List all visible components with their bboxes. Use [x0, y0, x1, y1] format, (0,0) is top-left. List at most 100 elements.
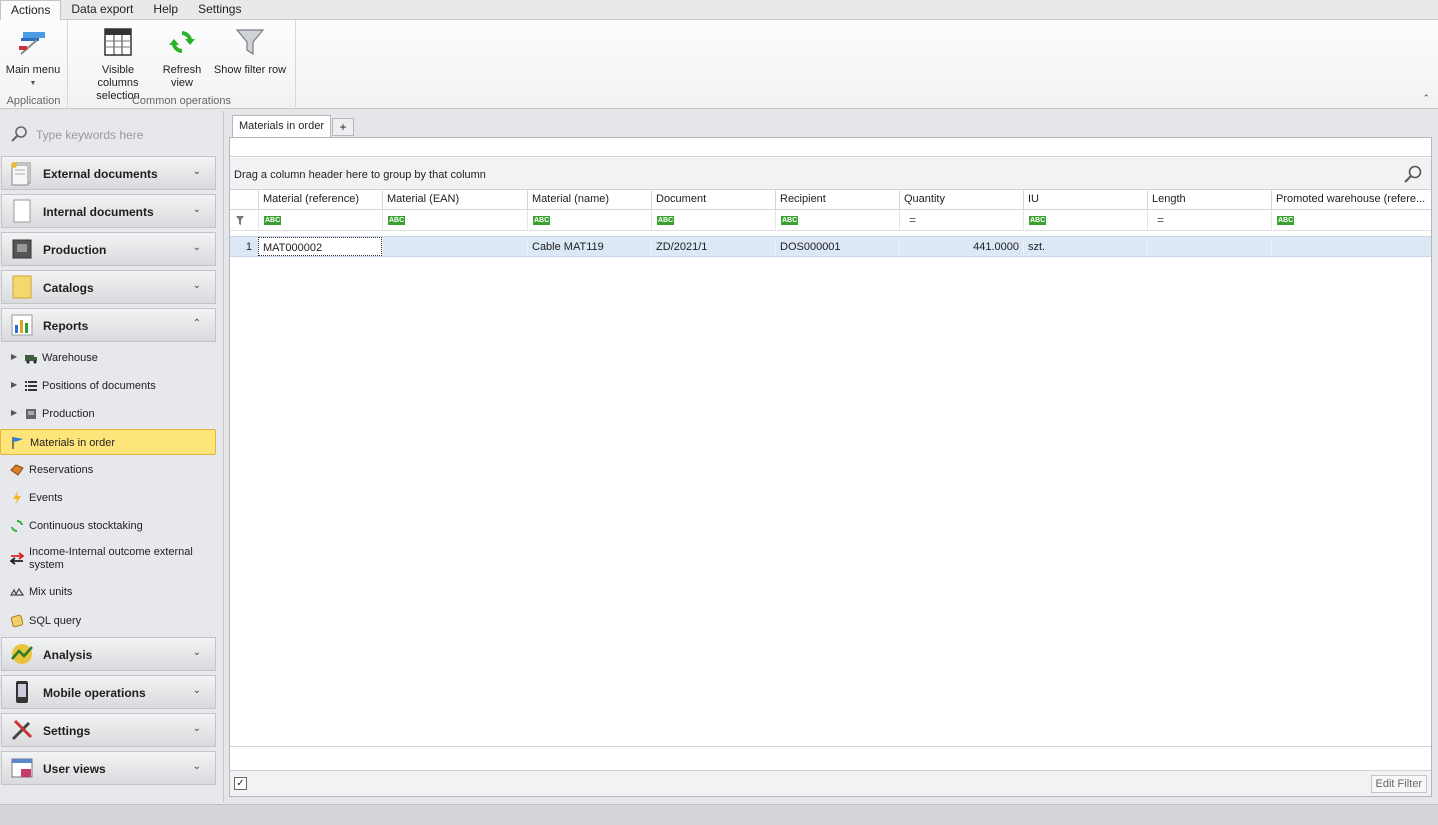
search-input[interactable]: Type keywords here [36, 128, 143, 142]
nav-group-user-views[interactable]: User views ⌄ [1, 751, 216, 785]
column-header-document[interactable]: Document [651, 190, 775, 209]
nav-item-reservations[interactable]: Reservations [0, 459, 216, 481]
analysis-icon [11, 644, 33, 664]
mobile-phone-icon [16, 681, 28, 703]
filter-cell-document[interactable]: ABC [651, 211, 775, 230]
nav-item-mix-units[interactable]: Mix units [0, 581, 216, 603]
cell-quantity[interactable]: 441.0000 [899, 237, 1023, 256]
cell-material-reference[interactable]: MAT000002 [258, 237, 382, 256]
main-menu-label: Main menu [5, 64, 61, 76]
tab-settings[interactable]: Settings [188, 0, 251, 20]
nav-item-continuous-stocktaking[interactable]: Continuous stocktaking [0, 515, 216, 537]
filter-cell-material-name[interactable]: ABC [527, 211, 651, 230]
nav-group-analysis[interactable]: Analysis ⌄ [1, 637, 216, 671]
column-header-material-name[interactable]: Material (name) [527, 190, 651, 209]
funnel-icon [233, 24, 267, 60]
filter-row-indicator [230, 211, 258, 230]
filter-enabled-checkbox[interactable]: ✓ [234, 777, 247, 790]
nav-group-label: Internal documents [43, 205, 154, 219]
column-header-promoted-warehouse[interactable]: Promoted warehouse (refere... [1271, 190, 1431, 209]
refresh-view-button[interactable]: Refresh view [160, 24, 204, 90]
main-menu-button[interactable]: Main menu ▼ [4, 24, 62, 90]
nav-item-income-internal-outcome[interactable]: Income-Internal outcome external system [0, 543, 216, 573]
nav-group-settings[interactable]: Settings ⌄ [1, 713, 216, 747]
text-filter-icon: ABC [781, 216, 799, 225]
tab-data-export[interactable]: Data export [61, 0, 143, 20]
column-header-recipient[interactable]: Recipient [775, 190, 899, 209]
edit-filter-button[interactable]: Edit Filter [1370, 775, 1427, 793]
column-header-iu[interactable]: IU [1023, 190, 1147, 209]
tab-help[interactable]: Help [143, 0, 188, 20]
nav-group-reports[interactable]: Reports ⌃ [1, 308, 216, 342]
bar-chart-icon [11, 314, 33, 336]
cell-recipient[interactable]: DOS000001 [775, 237, 899, 256]
nav-item-label-line2: system [29, 559, 64, 571]
cell-material-name[interactable]: Cable MAT119 [527, 237, 651, 256]
search-box[interactable]: Type keywords here [8, 123, 213, 145]
column-header-material-ean[interactable]: Material (EAN) [382, 190, 527, 209]
show-filter-row-label: Show filter row [213, 64, 287, 76]
column-header-material-reference[interactable]: Material (reference) [258, 190, 382, 209]
folder-icon [12, 275, 32, 299]
text-filter-glyph: ABC [781, 216, 799, 225]
tab-materials-in-order[interactable]: Materials in order [232, 115, 331, 137]
visible-columns-button[interactable]: Visible columns selection [80, 24, 156, 103]
filter-cell-material-reference[interactable]: ABC [258, 211, 382, 230]
filter-cell-promoted-warehouse[interactable]: ABC [1271, 211, 1431, 230]
nav-item-materials-in-order[interactable]: Materials in order [0, 429, 216, 455]
ribbon-group-application: Main menu ▼ Application [0, 20, 68, 109]
nav-group-production[interactable]: Production ⌄ [1, 232, 216, 266]
chevron-down-icon: ⌄ [192, 242, 201, 253]
nav-item-label: Positions of documents [42, 380, 156, 392]
text-filter-glyph: ABC [657, 216, 675, 225]
nav-group-mobile-operations[interactable]: Mobile operations ⌄ [1, 675, 216, 709]
search-icon[interactable] [1403, 164, 1423, 184]
main-menu-icon [16, 24, 50, 60]
filter-cell-recipient[interactable]: ABC [775, 211, 899, 230]
filter-cell-quantity[interactable]: = [899, 211, 1023, 230]
group-by-panel[interactable]: Drag a column header here to group by th… [230, 158, 1431, 190]
cell-iu[interactable]: szt. [1023, 237, 1147, 256]
document-tabstrip: Materials in order + [228, 113, 1436, 137]
expand-arrow-icon: ▶ [11, 352, 18, 361]
cell-document[interactable]: ZD/2021/1 [651, 237, 775, 256]
refresh-label: Refresh [162, 64, 202, 76]
nav-group-label: Catalogs [43, 281, 94, 295]
filter-cell-iu[interactable]: ABC [1023, 211, 1147, 230]
nav-item-label: Production [42, 408, 95, 420]
nav-item-label-line1: Income-Internal outcome external [29, 546, 193, 558]
nav-group-internal-documents[interactable]: Internal documents ⌄ [1, 194, 216, 228]
document-icon [13, 199, 31, 223]
collapse-ribbon-icon[interactable]: ⌃ [1422, 93, 1430, 104]
ribbon-group-label: Application [6, 95, 61, 107]
nav-item-warehouse[interactable]: ▶ Warehouse [0, 347, 216, 369]
cell-length[interactable] [1147, 237, 1271, 256]
status-bar [0, 804, 1438, 825]
filter-cell-length[interactable]: = [1147, 211, 1271, 230]
cell-promoted-warehouse[interactable] [1271, 237, 1431, 256]
ribbon-group-common: Visible columns selection Refresh view S… [68, 20, 296, 109]
column-header-quantity[interactable]: Quantity [899, 190, 1023, 209]
table-row[interactable]: 1 MAT000002 Cable MAT119 ZD/2021/1 DOS00… [230, 236, 1431, 257]
nav-item-events[interactable]: Events [0, 487, 216, 509]
show-filter-row-button[interactable]: Show filter row [210, 24, 290, 77]
visible-columns-label: Visible columns [97, 64, 139, 89]
machine-icon [12, 239, 32, 259]
column-header-length[interactable]: Length [1147, 190, 1271, 209]
nav-item-positions-of-documents[interactable]: ▶ Positions of documents [0, 375, 216, 397]
scroll-icon [10, 614, 24, 628]
text-filter-glyph: ABC [1029, 216, 1047, 225]
group-panel-hint: Drag a column header here to group by th… [234, 169, 486, 181]
add-tab-button[interactable]: + [332, 118, 354, 136]
grid-footer [230, 746, 1431, 770]
nav-group-external-documents[interactable]: External documents ⌄ [1, 156, 216, 190]
search-icon [11, 126, 27, 142]
tab-actions[interactable]: Actions [0, 0, 62, 21]
table-columns-icon [101, 24, 135, 60]
nav-item-production[interactable]: ▶ Production [0, 403, 216, 425]
filter-cell-material-ean[interactable]: ABC [382, 211, 527, 230]
nav-group-catalogs[interactable]: Catalogs ⌄ [1, 270, 216, 304]
refresh-icon [11, 519, 23, 533]
nav-item-sql-query[interactable]: SQL query [0, 610, 216, 632]
cell-material-ean[interactable] [382, 237, 527, 256]
